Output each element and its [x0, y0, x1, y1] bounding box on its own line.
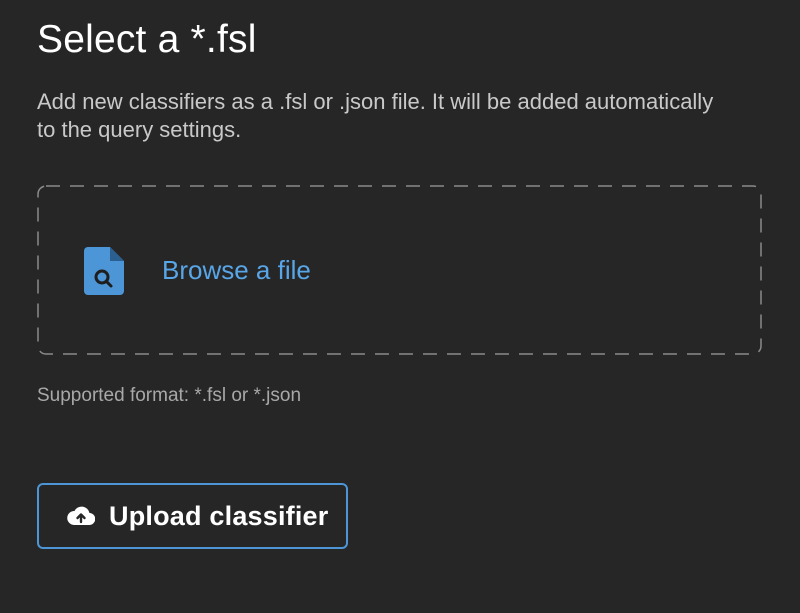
supported-format-text: Supported format: *.fsl or *.json [37, 385, 302, 406]
upload-button-label: Upload classifier [109, 500, 329, 531]
cloud-upload-icon [67, 505, 96, 527]
select-file-dialog: Select a *.fsl Add new classifiers as a … [0, 0, 800, 613]
file-dropzone[interactable]: Browse a file [37, 185, 762, 355]
file-search-icon [84, 247, 124, 295]
browse-file-link[interactable]: Browse a file [162, 255, 311, 286]
dialog-description: Add new classifiers as a .fsl or .json f… [37, 89, 714, 142]
dropzone-dashed-border [37, 185, 762, 355]
dialog-title: Select a *.fsl [37, 18, 257, 61]
upload-classifier-button[interactable]: Upload classifier [37, 483, 348, 549]
